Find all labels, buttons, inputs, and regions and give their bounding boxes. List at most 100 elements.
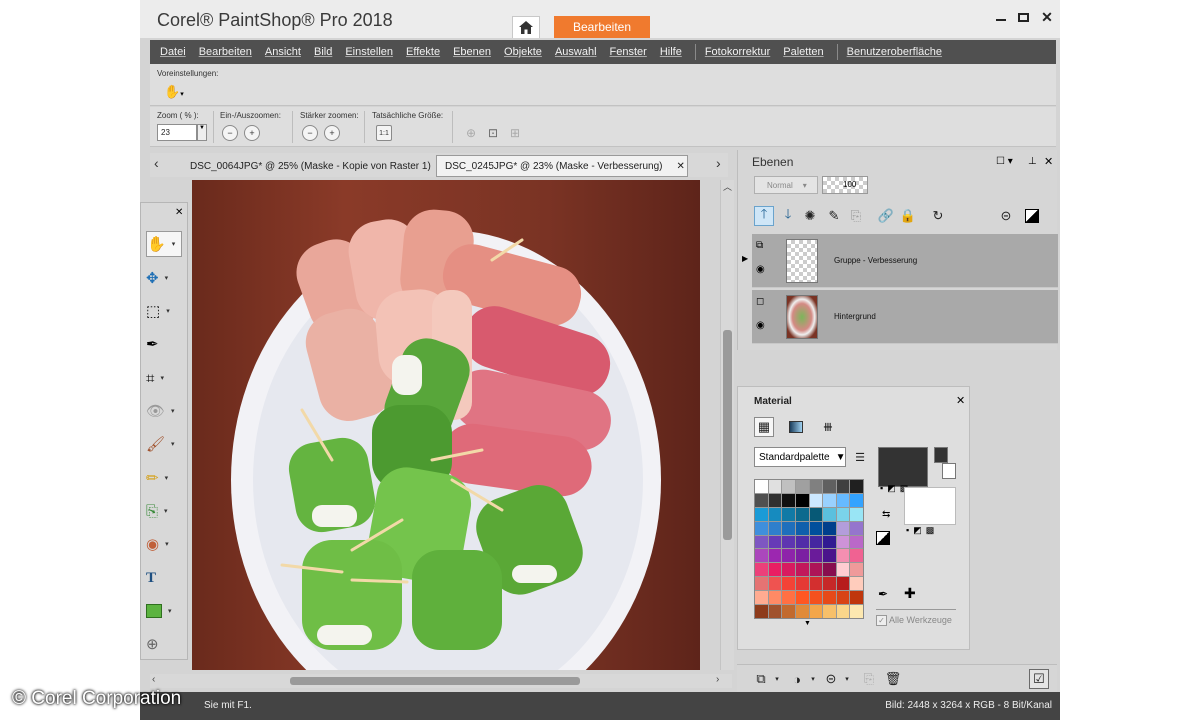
color-swatch[interactable] (809, 549, 823, 563)
adjustment-dropdown[interactable]: ▾ (803, 669, 823, 689)
eraser-tool[interactable]: ✏ ▾ (146, 465, 182, 491)
color-swatch[interactable] (823, 605, 836, 618)
color-swatch[interactable] (836, 605, 850, 618)
brush-tool[interactable]: 🖌 ▾ (146, 431, 182, 457)
swap-colors-icon[interactable]: ⇆ (882, 509, 890, 520)
layer-history-button[interactable]: ↻ (928, 206, 948, 226)
color-swatch[interactable] (795, 549, 809, 563)
color-swatches[interactable] (754, 479, 864, 619)
duplicate-layer-button[interactable]: ⎘ (846, 206, 866, 226)
pan-tool[interactable]: ✋ ▾ (146, 231, 182, 257)
color-swatch[interactable] (755, 577, 768, 591)
color-swatch[interactable] (809, 563, 823, 577)
zoom-less-button[interactable]: − (302, 125, 318, 141)
background-swatch[interactable] (904, 487, 956, 525)
opacity-field[interactable]: 100 (822, 176, 868, 194)
selection-tool[interactable]: ⬚ ▾ (146, 298, 182, 324)
zoom-out-button[interactable]: − (222, 125, 238, 141)
color-swatch[interactable] (795, 493, 809, 507)
color-swatch[interactable] (755, 563, 768, 577)
color-swatch[interactable] (850, 507, 863, 521)
zoom-more-button[interactable]: + (324, 125, 340, 141)
dropper-icon[interactable]: ✒ (878, 587, 888, 601)
color-swatch[interactable] (768, 605, 782, 618)
color-swatch[interactable] (823, 493, 836, 507)
color-swatch[interactable] (768, 493, 782, 507)
pin-icon[interactable]: ⊥ (1028, 156, 1037, 167)
color-swatch[interactable] (782, 577, 795, 591)
presets-dropdown[interactable]: ✋▾ (164, 84, 184, 100)
color-swatch[interactable] (782, 591, 795, 605)
clone-tool[interactable]: ⎘ ▾ (146, 498, 182, 524)
center-icon[interactable]: ⊕ (466, 126, 476, 140)
color-swatch[interactable] (850, 521, 863, 535)
home-tab[interactable] (512, 16, 540, 38)
edit-tab[interactable]: Bearbeiten (554, 16, 650, 38)
swatches-tab[interactable]: ▦ (754, 417, 774, 437)
add-swatch-icon[interactable]: ✚ (904, 585, 916, 602)
new-layer-dropdown[interactable]: ▾ (767, 669, 787, 689)
link-layer-button[interactable]: 🔗 (876, 206, 896, 226)
color-swatch[interactable] (836, 591, 850, 605)
color-swatch[interactable] (768, 535, 782, 549)
color-swatch[interactable] (809, 577, 823, 591)
color-swatch[interactable] (768, 563, 782, 577)
lock-layer-button[interactable]: 🔒 (898, 206, 918, 226)
menu-effekte[interactable]: Effekte (406, 46, 440, 58)
color-swatch[interactable] (809, 480, 823, 493)
close-layers-icon[interactable]: ✕ (1044, 155, 1053, 168)
menu-einstellen[interactable]: Einstellen (345, 46, 393, 58)
color-swatch[interactable] (795, 577, 809, 591)
scroll-right-icon[interactable]: › (716, 674, 719, 685)
panel-float-icon[interactable]: ☐ ▾ (996, 156, 1013, 167)
close-button[interactable]: ✕ (1038, 8, 1056, 26)
color-swatch[interactable] (836, 507, 850, 521)
menu-ansicht[interactable]: Ansicht (265, 46, 301, 58)
color-swatch[interactable] (782, 493, 795, 507)
visibility-icon[interactable]: ◉ (756, 264, 765, 275)
dropper-tool[interactable]: ✒ (146, 331, 182, 357)
color-swatch[interactable] (823, 480, 836, 493)
close-tools-icon[interactable]: ✕ (175, 207, 183, 218)
tab-document-1[interactable]: DSC_0064JPG* @ 25% (Maske - Kopie von Ra… (190, 155, 431, 177)
expand-icon[interactable]: ▶ (742, 254, 748, 263)
color-swatch[interactable] (809, 507, 823, 521)
color-swatch[interactable] (836, 549, 850, 563)
color-swatch[interactable] (836, 563, 850, 577)
crop-tool[interactable]: ⌗ ▾ (146, 365, 182, 391)
foreground-swatch[interactable] (878, 447, 928, 487)
color-swatch[interactable] (768, 591, 782, 605)
color-swatch[interactable] (768, 480, 782, 493)
menu-auswahl[interactable]: Auswahl (555, 46, 597, 58)
color-swatch[interactable] (823, 521, 836, 535)
color-swatch[interactable] (782, 563, 795, 577)
new-raster-layer-button[interactable]: 🡑 (754, 206, 774, 226)
color-swatch[interactable] (836, 535, 850, 549)
minimize-button[interactable] (992, 8, 1010, 26)
close-tab-icon[interactable]: ✕ (676, 161, 684, 172)
color-swatch[interactable] (768, 549, 782, 563)
menu-hilfe[interactable]: Hilfe (660, 46, 682, 58)
menu-ebenen[interactable]: Ebenen (453, 46, 491, 58)
color-swatch[interactable] (768, 507, 782, 521)
color-swatch[interactable] (795, 480, 809, 493)
color-swatch[interactable] (755, 480, 768, 493)
sliders-tab[interactable]: ⧻ (818, 417, 838, 437)
layer-row[interactable]: ◻ ◉ Hintergrund (752, 290, 1058, 344)
shape-tool[interactable]: ▾ (146, 598, 182, 624)
palette-options-button[interactable]: ☑ (1029, 669, 1049, 689)
color-swatch[interactable] (795, 521, 809, 535)
tabs-left-button[interactable]: ‹ (154, 155, 159, 171)
vertical-scroll-thumb[interactable] (723, 330, 732, 540)
layer-effects-button[interactable]: ✺ (800, 206, 820, 226)
all-tools-checkbox[interactable]: ✓ Alle Werkzeuge (876, 615, 952, 626)
zoom-input[interactable]: 23 (157, 124, 197, 141)
palette-options-button[interactable]: ☰ (850, 447, 870, 467)
color-swatch[interactable] (836, 577, 850, 591)
color-swatch[interactable] (809, 591, 823, 605)
color-swatch[interactable] (755, 605, 768, 618)
color-swatch[interactable] (809, 535, 823, 549)
menu-datei[interactable]: Datei (160, 46, 186, 58)
color-swatch[interactable] (782, 480, 795, 493)
color-swatch[interactable] (850, 591, 863, 605)
